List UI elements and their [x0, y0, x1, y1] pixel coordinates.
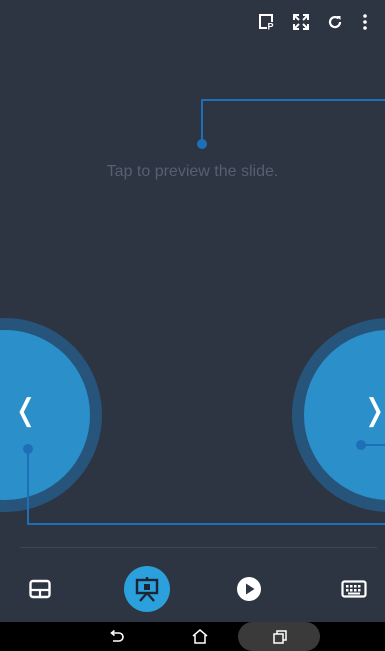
chevron-left-icon: ❬: [13, 393, 39, 428]
previous-connector-vertical: [27, 449, 29, 525]
bottom-divider: [20, 547, 377, 548]
recent-apps-button[interactable]: [264, 622, 296, 651]
slide-preview-area[interactable]: [0, 50, 385, 330]
touchpad-mode-button[interactable]: [17, 566, 63, 612]
fullscreen-button[interactable]: [291, 12, 311, 32]
preview-connector-vertical: [201, 99, 203, 144]
keyboard-icon: [341, 580, 367, 598]
play-icon: [237, 577, 261, 601]
refresh-icon: [328, 15, 342, 29]
mode-bar: [0, 566, 385, 612]
preview-connector-dot: [197, 139, 207, 149]
chevron-right-icon: ❭: [362, 393, 385, 428]
svg-text:P: P: [268, 22, 274, 32]
preview-hint-text: Tap to preview the slide.: [106, 163, 279, 180]
home-icon: [192, 629, 208, 644]
back-button[interactable]: [100, 622, 132, 651]
remote-screen: P Tap to preview the slide. ❬ ❭: [0, 0, 385, 651]
presentation-icon: [135, 577, 159, 602]
presenter-notes-icon: P: [259, 14, 274, 32]
presentation-mode-button[interactable]: [124, 566, 170, 612]
back-icon: [110, 629, 124, 642]
preview-connector-horizontal: [202, 99, 385, 101]
next-connector-horizontal: [362, 444, 385, 446]
system-navigation-bar: [0, 622, 385, 651]
touchpad-icon: [29, 579, 51, 599]
keyboard-mode-button[interactable]: [331, 566, 377, 612]
fullscreen-icon: [293, 14, 309, 30]
bottom-connector-horizontal: [27, 523, 385, 525]
more-vert-icon: [363, 14, 367, 30]
more-options-button[interactable]: [359, 12, 371, 32]
recent-apps-icon: [273, 629, 287, 644]
home-button[interactable]: [184, 622, 216, 651]
top-toolbar: P: [257, 12, 371, 32]
presenter-notes-button[interactable]: P: [257, 12, 277, 32]
play-mode-button[interactable]: [226, 566, 272, 612]
refresh-button[interactable]: [325, 12, 345, 32]
